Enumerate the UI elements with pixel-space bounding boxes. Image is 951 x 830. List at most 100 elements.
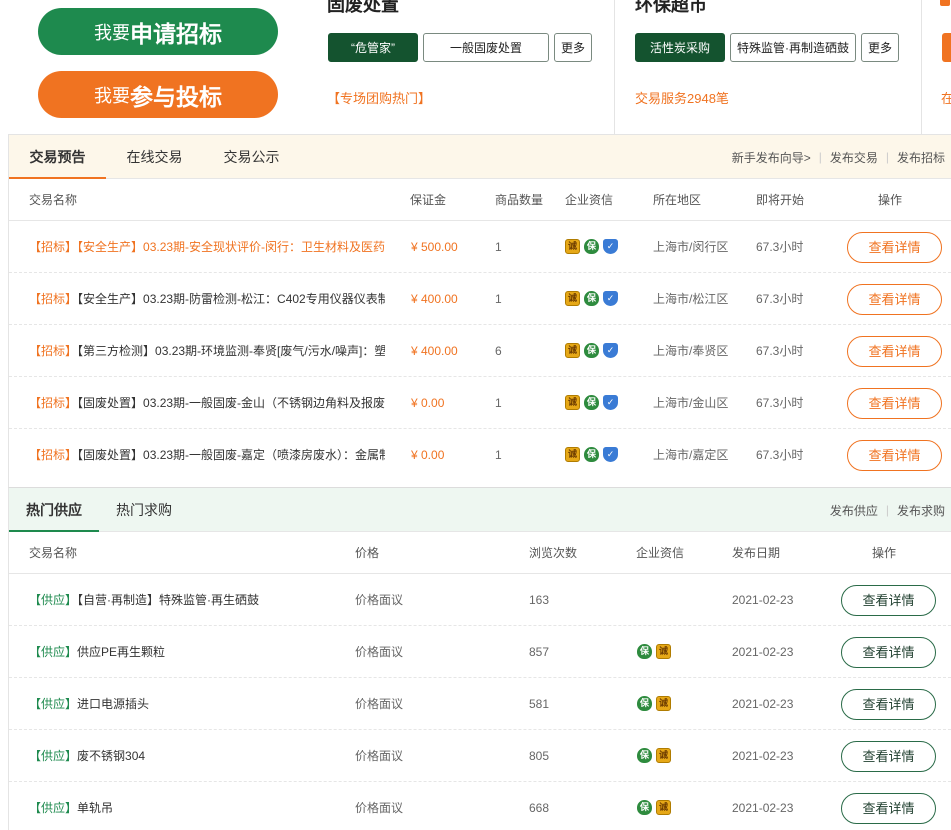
supply-kind: 【供应】 — [29, 749, 78, 763]
supply-title: 单轨吊 — [77, 801, 114, 815]
trade-kind: 【招标】 — [29, 448, 78, 462]
supply-title: 进口电源插头 — [77, 697, 150, 711]
view-details-button[interactable]: 查看详情 — [847, 284, 942, 315]
trade-quantity: 6 — [495, 344, 502, 358]
link-publish-demand[interactable]: 发布求购 — [897, 502, 945, 519]
header-credit: 企业资信 — [565, 193, 614, 207]
view-details-button[interactable]: 查看详情 — [841, 637, 936, 668]
trade-deposit: ¥ 400.00 — [411, 292, 458, 306]
table-row: 【供应】单轨吊 价格面议 668 保诚 2021-02-23 查看详情 — [9, 782, 951, 830]
trade-kind: 【招标】 — [29, 292, 78, 306]
supply-panel: 热门供应 热门求购 发布供应 | 发布求购 交易名称 价格 浏览次数 企业资信 发… — [8, 487, 951, 830]
credit-cheng-icon: 诚 — [565, 239, 580, 254]
join-bid-button[interactable]: 我要 参与投标 — [38, 71, 278, 118]
trade-region: 上海市/金山区 — [653, 396, 729, 410]
tag-toner-cartridge[interactable]: 特殊监管·再制造硒鼓 — [730, 33, 856, 62]
tab-online-trade[interactable]: 在线交易 — [106, 135, 203, 179]
supply-name-link[interactable]: 【供应】供应PE再生颗粒 — [29, 626, 329, 678]
trade-title: 【固废处置】03.23期-一般固废-嘉定（喷漆房废水）：金属制品 — [77, 448, 385, 462]
tab-hot-demand[interactable]: 热门求购 — [99, 488, 189, 532]
view-details-button[interactable]: 查看详情 — [841, 689, 936, 720]
supply-name-link[interactable]: 【供应】单轨吊 — [29, 782, 329, 830]
credit-bao-icon: 保 — [637, 800, 652, 815]
trade-name-link[interactable]: 【招标】【安全生产】03.23期-安全现状评价-闵行：卫生材料及医药用品制造 — [29, 221, 385, 273]
view-details-button[interactable]: 查看详情 — [847, 232, 942, 263]
view-details-button[interactable]: 查看详情 — [847, 336, 942, 367]
supply-date: 2021-02-23 — [732, 645, 794, 659]
supply-kind: 【供应】 — [29, 697, 78, 711]
divider — [921, 0, 922, 134]
credit-shield-icon: ✓ — [603, 447, 618, 462]
category-title[interactable]: 环保超市 — [635, 0, 707, 17]
credit-bao-icon: 保 — [637, 696, 652, 711]
supply-title: 供应PE再生颗粒 — [77, 645, 166, 659]
category-solid-waste: 固废处置 “危管家” 一般固废处置 更多 【专场团购热门】 — [327, 0, 607, 134]
tab-trade-notice[interactable]: 交易公示 — [203, 135, 300, 179]
cut-off-link[interactable]: 在 — [941, 88, 951, 107]
trade-quantity: 1 — [495, 396, 502, 410]
credit-bao-icon: 保 — [584, 291, 599, 306]
trade-kind: 【招标】 — [29, 344, 78, 358]
trade-kind: 【招标】 — [29, 396, 78, 410]
credit-bao-icon: 保 — [584, 343, 599, 358]
supply-kind: 【供应】 — [29, 645, 78, 659]
trade-deposit: ¥ 500.00 — [411, 240, 458, 254]
trade-quantity: 1 — [495, 292, 502, 306]
link-publish-tender[interactable]: 发布招标 — [897, 149, 945, 166]
trade-table-header: 交易名称 保证金 商品数量 企业资信 所在地区 即将开始 操作 — [9, 179, 951, 221]
credit-bao-icon: 保 — [584, 447, 599, 462]
trade-region: 上海市/嘉定区 — [653, 448, 729, 462]
tab-trade-preview[interactable]: 交易预告 — [9, 135, 106, 179]
tag-more[interactable]: 更多 — [861, 33, 899, 62]
view-details-button[interactable]: 查看详情 — [847, 440, 942, 471]
tag-more[interactable]: 更多 — [554, 33, 592, 62]
supply-date: 2021-02-23 — [732, 697, 794, 711]
credit-bao-icon: 保 — [584, 395, 599, 410]
view-details-button[interactable]: 查看详情 — [841, 741, 936, 772]
table-row: 【供应】进口电源插头 价格面议 581 保诚 2021-02-23 查看详情 — [9, 678, 951, 730]
table-row: 【招标】【第三方检测】03.23期-环境监测-奉贤[废气/污水/噪声]：塑料制品… — [9, 325, 951, 377]
trade-title: 【第三方检测】03.23期-环境监测-奉贤[废气/污水/噪声]：塑料制品 — [77, 344, 385, 358]
trade-start-time: 67.3小时 — [756, 396, 804, 410]
tab-hot-supply[interactable]: 热门供应 — [9, 488, 99, 532]
trade-title: 【安全生产】03.23期-安全现状评价-闵行：卫生材料及医药用品制造 — [77, 240, 385, 254]
cut-off-tag[interactable] — [942, 33, 951, 62]
supply-name-link[interactable]: 【供应】废不锈钢304 — [29, 730, 329, 782]
view-details-button[interactable]: 查看详情 — [841, 793, 936, 824]
trade-name-link[interactable]: 【招标】【固废处置】03.23期-一般固废-嘉定（喷漆房废水）：金属制品 — [29, 429, 385, 481]
header-action: 操作 — [872, 546, 897, 560]
supply-views: 163 — [529, 593, 550, 607]
supply-name-link[interactable]: 【供应】【自营·再制造】特殊监管·再生硒鼓 — [29, 574, 329, 626]
trade-panel: 交易预告 在线交易 交易公示 新手发布向导> | 发布交易 | 发布招标 交易名称 … — [8, 134, 951, 487]
category-link[interactable]: 【专场团购热门】 — [327, 88, 431, 107]
supply-price: 价格面议 — [355, 801, 404, 815]
header-price: 价格 — [355, 546, 380, 560]
trade-name-link[interactable]: 【招标】【固废处置】03.23期-一般固废-金山（不锈钢边角料及报废设备） — [29, 377, 385, 429]
trade-start-time: 67.3小时 — [756, 344, 804, 358]
credit-bao-icon: 保 — [637, 748, 652, 763]
trade-name-link[interactable]: 【招标】【第三方检测】03.23期-环境监测-奉贤[废气/污水/噪声]：塑料制品 — [29, 325, 385, 377]
link-publish-supply[interactable]: 发布供应 — [830, 502, 878, 519]
tag-activated-carbon[interactable]: 活性炭采购 — [635, 33, 725, 62]
view-details-button[interactable]: 查看详情 — [841, 585, 936, 616]
supply-views: 668 — [529, 801, 550, 815]
link-beginner-guide[interactable]: 新手发布向导> — [732, 149, 811, 166]
supply-name-link[interactable]: 【供应】进口电源插头 — [29, 678, 329, 730]
trade-name-link[interactable]: 【招标】【安全生产】03.23期-防雷检测-松江：C402专用仪器仪表制造 — [29, 273, 385, 325]
header-deposit: 保证金 — [410, 193, 447, 207]
apply-tender-button[interactable]: 我要 申请招标 — [38, 8, 278, 55]
supply-price: 价格面议 — [355, 645, 404, 659]
supply-kind: 【供应】 — [29, 801, 78, 815]
tag-general-waste[interactable]: 一般固废处置 — [423, 33, 549, 62]
view-details-button[interactable]: 查看详情 — [847, 388, 942, 419]
category-link[interactable]: 交易服务2948笔 — [635, 88, 729, 107]
supply-links: 发布供应 | 发布求购 — [829, 502, 945, 519]
category-title[interactable]: 固废处置 — [327, 0, 399, 17]
tag-hazard-manager[interactable]: “危管家” — [328, 33, 418, 62]
link-publish-trade[interactable]: 发布交易 — [830, 149, 878, 166]
header-date: 发布日期 — [732, 546, 781, 560]
cut-off-title — [940, 0, 950, 6]
supply-table-header: 交易名称 价格 浏览次数 企业资信 发布日期 操作 — [9, 532, 951, 574]
supply-tabbar: 热门供应 热门求购 发布供应 | 发布求购 — [9, 488, 951, 532]
credit-bao-icon: 保 — [584, 239, 599, 254]
